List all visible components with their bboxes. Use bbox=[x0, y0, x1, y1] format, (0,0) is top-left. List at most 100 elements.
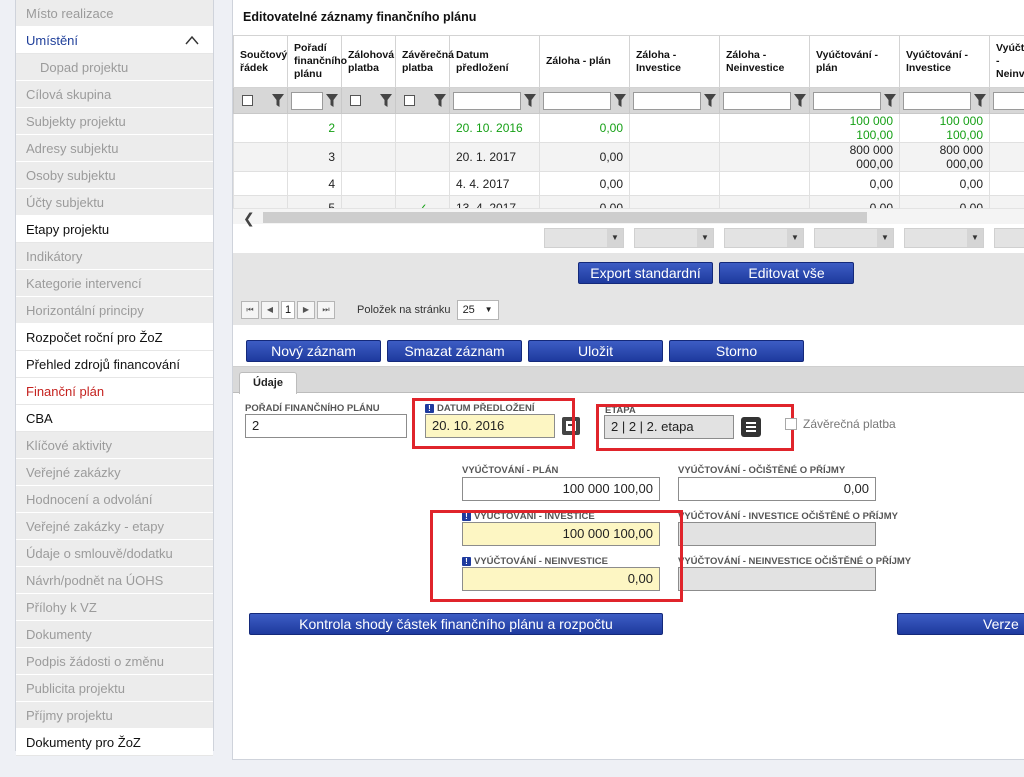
sidebar-item-subjekty-projektu[interactable]: Subjekty projektu bbox=[16, 108, 213, 135]
filter-icon[interactable] bbox=[326, 93, 338, 108]
filter-icon[interactable] bbox=[272, 93, 284, 108]
sidebar-item-misto-realizace[interactable]: Místo realizace bbox=[16, 0, 213, 27]
per-page-label: Položek na stránku bbox=[357, 304, 451, 316]
sidebar-item-dokumenty[interactable]: Dokumenty bbox=[16, 621, 213, 648]
per-page-select[interactable]: 25 ▼ bbox=[456, 300, 499, 320]
delete-record-button[interactable]: Smazat záznam bbox=[387, 340, 522, 362]
sidebar-item-horizontalni-principy[interactable]: Horizontální principy bbox=[16, 297, 213, 324]
filter-icon[interactable] bbox=[434, 93, 446, 108]
sidebar-item-osoby-subjektu[interactable]: Osoby subjektu bbox=[16, 162, 213, 189]
sidebar-item-cba[interactable]: CBA bbox=[16, 405, 213, 432]
edit-all-button[interactable]: Editovat vše bbox=[719, 262, 854, 284]
sidebar-item-indikatory[interactable]: Indikátory bbox=[16, 243, 213, 270]
filter-input[interactable] bbox=[813, 91, 881, 110]
filter-input[interactable] bbox=[993, 91, 1024, 110]
filter-checkbox[interactable] bbox=[404, 95, 415, 106]
filter-icon[interactable] bbox=[524, 93, 536, 108]
sidebar-item-umisteni[interactable]: Umístění bbox=[16, 27, 213, 54]
filter-input[interactable] bbox=[633, 91, 701, 110]
column-header[interactable]: Vyúčtování - plán bbox=[809, 35, 900, 88]
tab-udaje[interactable]: Údaje bbox=[239, 372, 297, 394]
table-row[interactable]: 3 20. 1. 2017 0,00 800 000 000,00 800 000 00… bbox=[233, 142, 1024, 172]
scrollbar-thumb[interactable] bbox=[263, 212, 867, 223]
check-amounts-button[interactable]: Kontrola shody částek finančního plánu a… bbox=[249, 613, 663, 635]
column-header[interactable]: Datum předložení bbox=[449, 35, 540, 88]
date-field[interactable]: 20. 10. 2016 bbox=[425, 414, 555, 438]
settlement-noninvestment-field[interactable]: 0,00 bbox=[462, 567, 660, 591]
column-header[interactable]: Zálohová platba bbox=[341, 35, 396, 88]
filter-input[interactable] bbox=[543, 91, 611, 110]
sidebar-item-navrh-podnet-na-uohs[interactable]: Návrh/podnět na ÚOHS bbox=[16, 567, 213, 594]
filter-icon[interactable] bbox=[974, 93, 986, 108]
aggregate-select[interactable]: ▼ bbox=[634, 228, 714, 248]
table-row[interactable]: 4 4. 4. 2017 0,00 0,00 0,00 bbox=[233, 171, 1024, 196]
settlement-income-field[interactable]: 0,00 bbox=[678, 477, 876, 501]
sidebar-item-kategorie-intervenci[interactable]: Kategorie intervencí bbox=[16, 270, 213, 297]
sidebar-item-udaje-o-smlouve-dodatku[interactable]: Údaje o smlouvě/dodatku bbox=[16, 540, 213, 567]
column-header[interactable]: Vyúčtování - Investice bbox=[899, 35, 990, 88]
sidebar-item-prijmy-projektu[interactable]: Příjmy projektu bbox=[16, 702, 213, 729]
filter-checkbox[interactable] bbox=[242, 95, 253, 106]
column-header[interactable]: Závěrečná platba bbox=[395, 35, 454, 88]
stage-field[interactable]: 2 | 2 | 2. etapa bbox=[604, 415, 734, 439]
sidebar-item-etapy-projektu[interactable]: Etapy projektu bbox=[16, 216, 213, 243]
column-header[interactable]: Záloha - Neinvestice bbox=[719, 35, 810, 88]
filter-input[interactable] bbox=[903, 91, 971, 110]
sidebar-item-verejne-zakazky-etapy[interactable]: Veřejné zakázky - etapy bbox=[16, 513, 213, 540]
sidebar-item-label: Údaje o smlouvě/dodatku bbox=[26, 546, 173, 561]
column-header[interactable]: Záloha - Investice bbox=[629, 35, 720, 88]
sidebar-item-dopad-projektu[interactable]: Dopad projektu bbox=[16, 54, 213, 81]
sidebar-item-prehled-zdroju-financovani[interactable]: Přehled zdrojů financování bbox=[16, 351, 213, 378]
sidebar-item-podpis-zadosti-o-zmenu[interactable]: Podpis žádosti o změnu bbox=[16, 648, 213, 675]
settlement-investment-field[interactable]: 100 000 100,00 bbox=[462, 522, 660, 546]
cancel-button[interactable]: Storno bbox=[669, 340, 804, 362]
sidebar-item-hodnoceni-a-odvolani[interactable]: Hodnocení a odvolání bbox=[16, 486, 213, 513]
sidebar-item-klicove-aktivity[interactable]: Klíčové aktivity bbox=[16, 432, 213, 459]
aggregate-select[interactable]: ▼ bbox=[544, 228, 624, 248]
sidebar-item-label: Klíčové aktivity bbox=[26, 438, 112, 453]
sidebar-item-verejne-zakazky[interactable]: Veřejné zakázky bbox=[16, 459, 213, 486]
last-page-icon[interactable]: ⏭ bbox=[317, 301, 335, 319]
sidebar-item-adresy-subjektu[interactable]: Adresy subjektu bbox=[16, 135, 213, 162]
new-record-button[interactable]: Nový záznam bbox=[246, 340, 381, 362]
sidebar-item-ucty-subjektu[interactable]: Účty subjektu bbox=[16, 189, 213, 216]
versions-button[interactable]: Verze bbox=[897, 613, 1024, 635]
filter-icon[interactable] bbox=[704, 93, 716, 108]
final-payment-checkbox[interactable] bbox=[785, 418, 797, 430]
column-header[interactable]: Součtový řádek bbox=[233, 35, 288, 88]
table-row[interactable]: 2 20. 10. 2016 0,00 100 000 100,00 100 000 1… bbox=[233, 113, 1024, 143]
sidebar-item-publicita-projektu[interactable]: Publicita projektu bbox=[16, 675, 213, 702]
aggregate-select[interactable]: ▼ bbox=[904, 228, 984, 248]
aggregate-select[interactable] bbox=[994, 228, 1024, 248]
chevron-up-icon[interactable] bbox=[185, 35, 199, 45]
filter-input[interactable] bbox=[723, 91, 791, 110]
aggregate-select[interactable]: ▼ bbox=[724, 228, 804, 248]
list-icon[interactable] bbox=[741, 417, 761, 437]
column-header[interactable]: Pořadí finančního plánu bbox=[287, 35, 347, 88]
current-page[interactable]: 1 bbox=[281, 301, 295, 319]
horizontal-scrollbar[interactable]: ❮ bbox=[233, 208, 1024, 226]
order-field[interactable]: 2 bbox=[245, 414, 407, 438]
settlement-plan-field[interactable]: 100 000 100,00 bbox=[462, 477, 660, 501]
sidebar-item-rozpocet-rocni-pro-zoz[interactable]: Rozpočet roční pro ŽoZ bbox=[16, 324, 213, 351]
filter-icon[interactable] bbox=[884, 93, 896, 108]
column-header[interactable]: Vyúčtování - Neinvestice bbox=[989, 35, 1024, 88]
sidebar-item-financni-plan[interactable]: Finanční plán bbox=[16, 378, 213, 405]
filter-input[interactable] bbox=[291, 91, 323, 110]
next-page-icon[interactable]: ▶ bbox=[297, 301, 315, 319]
sidebar-item-dokumenty-pro-zoz[interactable]: Dokumenty pro ŽoZ bbox=[16, 729, 213, 756]
save-button[interactable]: Uložit bbox=[528, 340, 663, 362]
filter-icon[interactable] bbox=[614, 93, 626, 108]
column-header[interactable]: Záloha - plán bbox=[539, 35, 630, 88]
filter-icon[interactable] bbox=[380, 93, 392, 108]
aggregate-select[interactable]: ▼ bbox=[814, 228, 894, 248]
filter-icon[interactable] bbox=[794, 93, 806, 108]
calendar-icon[interactable] bbox=[562, 417, 580, 435]
filter-checkbox[interactable] bbox=[350, 95, 361, 106]
export-button[interactable]: Export standardní bbox=[578, 262, 713, 284]
first-page-icon[interactable]: ⏮ bbox=[241, 301, 259, 319]
prev-page-icon[interactable]: ◀ bbox=[261, 301, 279, 319]
sidebar-item-prilohy-k-vz[interactable]: Přílohy k VZ bbox=[16, 594, 213, 621]
filter-input[interactable] bbox=[453, 91, 521, 110]
sidebar-item-cilova-skupina[interactable]: Cílová skupina bbox=[16, 81, 213, 108]
